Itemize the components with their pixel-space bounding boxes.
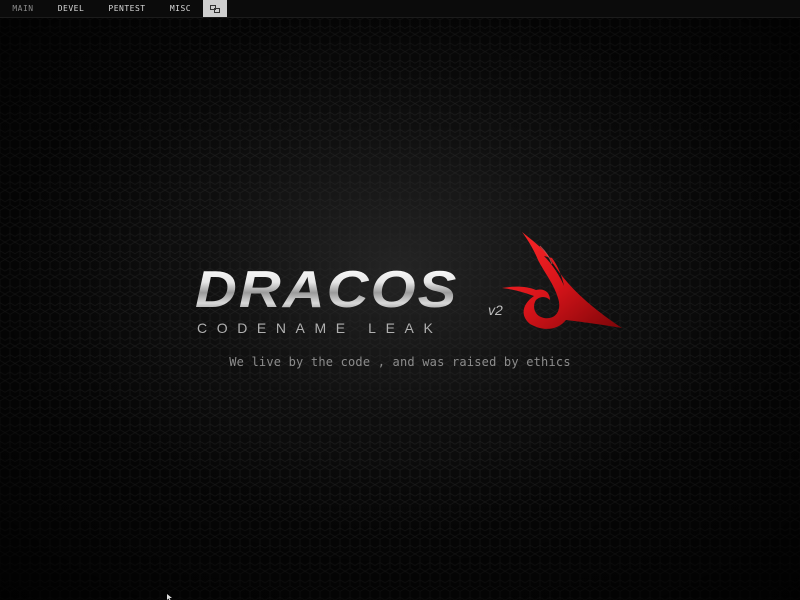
workspace-tab-pentest[interactable]: PENTEST — [96, 0, 158, 17]
dracos-logo: DRACOS v2 CODENAME LEAK — [195, 228, 635, 338]
tile-layout-icon — [210, 4, 220, 13]
workspace-tab-misc[interactable]: MISC — [158, 0, 203, 17]
tagline: We live by the code , and was raised by … — [229, 355, 571, 369]
workspace-tab-devel[interactable]: DEVEL — [46, 0, 96, 17]
taskbar: MAIN DEVEL PENTEST MISC — [0, 0, 800, 18]
mouse-pointer-icon — [167, 594, 172, 600]
logo-subtitle: CODENAME LEAK — [197, 320, 443, 336]
workspace-tab-main[interactable]: MAIN — [0, 0, 46, 17]
layout-toggle-button[interactable] — [203, 0, 227, 17]
dragon-logo-icon — [502, 232, 622, 329]
logo-title: DRACOS — [195, 260, 459, 319]
logo-version: v2 — [488, 302, 503, 318]
desktop: MAIN DEVEL PENTEST MISC DRACOS v2 CODENA… — [0, 0, 800, 600]
